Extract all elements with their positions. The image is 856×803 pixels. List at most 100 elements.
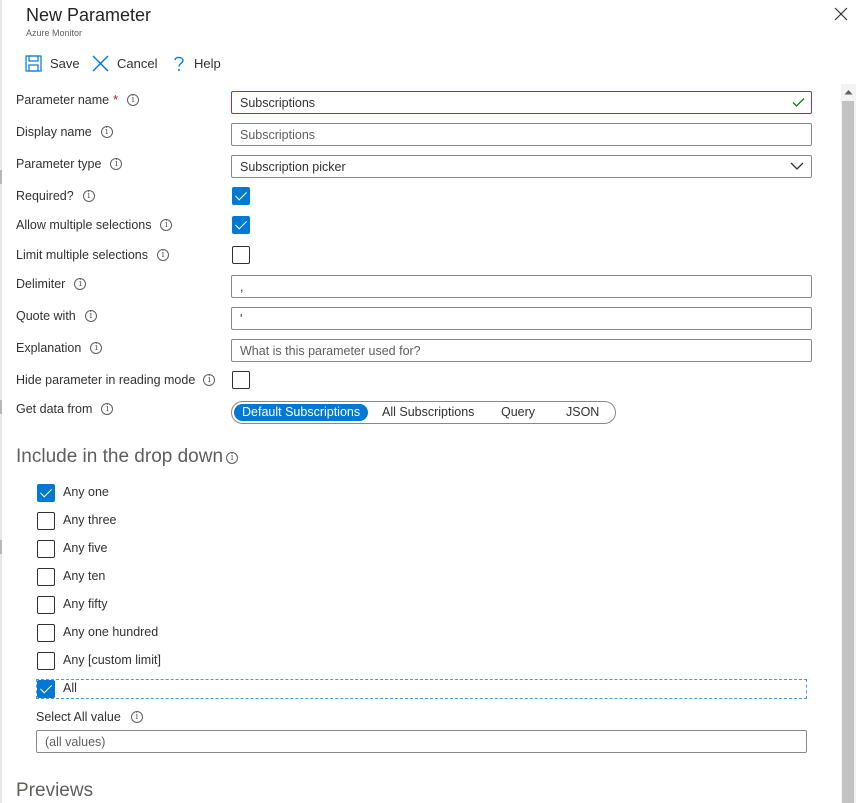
- display-name-text: Display name: [16, 125, 92, 139]
- info-icon[interactable]: i: [101, 403, 114, 415]
- allow-multiple-text: Allow multiple selections: [16, 218, 152, 232]
- hide-reading-checkbox[interactable]: [232, 371, 250, 389]
- previews-title: Previews: [16, 780, 94, 801]
- parameter-type-label: Parameter type i: [16, 157, 123, 171]
- dropdown-item-checkbox[interactable]: [37, 596, 55, 614]
- display-name-placeholder: Subscriptions: [240, 127, 316, 142]
- info-icon[interactable]: i: [90, 342, 103, 354]
- info-icon[interactable]: i: [100, 126, 113, 138]
- left-edge-tick: [0, 540, 2, 554]
- panel-subtitle: Azure Monitor: [26, 28, 83, 38]
- pill-default-subscriptions[interactable]: Default Subscriptions: [234, 404, 369, 421]
- dropdown-item-checkbox[interactable]: [37, 568, 55, 586]
- dropdown-item-checkbox[interactable]: [37, 512, 55, 530]
- delimiter-label: Delimiter i: [16, 277, 87, 291]
- limit-multiple-checkbox[interactable]: [232, 246, 250, 264]
- dropdown-item-checkbox[interactable]: [37, 652, 55, 670]
- dropdown-item-checkbox[interactable]: [37, 540, 55, 558]
- dropdown-item-label: Any one hundred: [63, 625, 159, 639]
- dropdown-item-checkbox[interactable]: [37, 484, 55, 502]
- limit-multiple-text: Limit multiple selections: [16, 248, 148, 262]
- pill-all-subscriptions[interactable]: All Subscriptions: [374, 404, 482, 421]
- cancel-button[interactable]: Cancel: [92, 52, 157, 74]
- quote-with-label: Quote with i: [16, 309, 97, 323]
- valid-check-icon: [792, 98, 805, 107]
- dropdown-item-label: Any ten: [63, 569, 106, 583]
- info-icon[interactable]: i: [157, 249, 169, 261]
- help-label: Help: [194, 55, 221, 71]
- delimiter-text: Delimiter: [16, 277, 66, 291]
- parameter-type-select[interactable]: Subscription picker: [231, 155, 812, 178]
- delimiter-value: ,: [240, 279, 244, 294]
- caret-up-icon: [844, 89, 853, 94]
- parameter-name-text: Parameter name: [16, 93, 110, 107]
- save-button[interactable]: Save: [25, 52, 80, 74]
- dropdown-item-checkbox[interactable]: [37, 680, 55, 698]
- explanation-placeholder: What is this parameter used for?: [240, 343, 421, 358]
- info-icon[interactable]: i: [74, 278, 87, 290]
- allow-multiple-checkbox[interactable]: [232, 216, 250, 234]
- parameter-type-value: Subscription picker: [240, 159, 346, 174]
- scrollbar-thumb[interactable]: [842, 101, 854, 803]
- save-icon: [25, 54, 42, 72]
- display-name-input[interactable]: Subscriptions: [231, 123, 812, 146]
- explanation-label: Explanation i: [16, 341, 103, 355]
- chevron-down-icon: [790, 162, 804, 170]
- display-name-label: Display name i: [16, 125, 113, 139]
- select-all-label: Select All value i: [36, 710, 143, 724]
- quote-with-value: ': [240, 311, 243, 326]
- left-edge-tick: [0, 400, 2, 414]
- required-asterisk: *: [113, 93, 118, 107]
- explanation-text: Explanation: [16, 341, 82, 355]
- pill-query[interactable]: Query: [493, 404, 543, 421]
- parameter-name-input[interactable]: Subscriptions: [231, 91, 812, 114]
- parameter-name-label: Parameter name * i: [16, 93, 139, 107]
- dropdown-item-label: Any three: [63, 513, 117, 527]
- info-icon[interactable]: i: [226, 452, 239, 464]
- help-icon: [174, 56, 184, 71]
- dropdown-item-checkbox[interactable]: [37, 624, 55, 642]
- required-text: Required?: [16, 189, 74, 203]
- dropdown-item-label: All: [63, 681, 77, 695]
- dropdown-item-label: Any five: [63, 541, 108, 555]
- hide-reading-text: Hide parameter in reading mode: [16, 373, 196, 387]
- scroll-up-button[interactable]: [841, 84, 856, 99]
- quote-with-text: Quote with: [16, 309, 76, 323]
- parameter-name-value: Subscriptions: [240, 95, 316, 110]
- info-icon[interactable]: i: [126, 94, 139, 106]
- allow-multiple-label: Allow multiple selections i: [16, 218, 173, 232]
- get-data-from-text: Get data from: [16, 402, 93, 416]
- select-all-input[interactable]: (all values): [36, 730, 807, 753]
- select-all-placeholder: (all values): [45, 734, 106, 749]
- info-icon[interactable]: i: [203, 374, 216, 386]
- cancel-icon: [92, 55, 109, 71]
- parameter-type-text: Parameter type: [16, 157, 102, 171]
- info-icon[interactable]: i: [130, 711, 143, 723]
- dropdown-item-label: Any [custom limit]: [63, 653, 161, 667]
- info-icon[interactable]: i: [110, 158, 123, 170]
- dropdown-item-label: Any one: [63, 485, 109, 499]
- select-all-text: Select All value: [36, 710, 121, 724]
- quote-with-input[interactable]: ': [231, 307, 812, 330]
- dropdown-section-title: Include in the drop down i: [16, 446, 239, 468]
- cancel-label: Cancel: [117, 55, 158, 71]
- close-icon: [834, 7, 848, 21]
- dropdown-item-label: Any fifty: [63, 597, 108, 611]
- panel-title: New Parameter: [26, 5, 152, 25]
- info-icon[interactable]: i: [82, 190, 95, 202]
- limit-multiple-label: Limit multiple selections i: [16, 248, 169, 262]
- required-checkbox[interactable]: [232, 187, 250, 205]
- info-icon[interactable]: i: [84, 310, 97, 322]
- pill-json[interactable]: JSON: [558, 404, 607, 421]
- focus-outline: [36, 679, 807, 699]
- get-data-from-toggle[interactable]: Default Subscriptions All Subscriptions …: [231, 401, 616, 424]
- close-button[interactable]: [832, 5, 850, 23]
- save-label: Save: [50, 55, 80, 71]
- get-data-from-label: Get data from i: [16, 402, 114, 416]
- required-label: Required? i: [16, 189, 95, 203]
- help-button[interactable]: Help: [172, 52, 221, 74]
- delimiter-input[interactable]: ,: [231, 275, 812, 298]
- info-icon[interactable]: i: [160, 219, 173, 231]
- explanation-input[interactable]: What is this parameter used for?: [231, 339, 812, 362]
- hide-reading-label: Hide parameter in reading mode i: [16, 373, 216, 387]
